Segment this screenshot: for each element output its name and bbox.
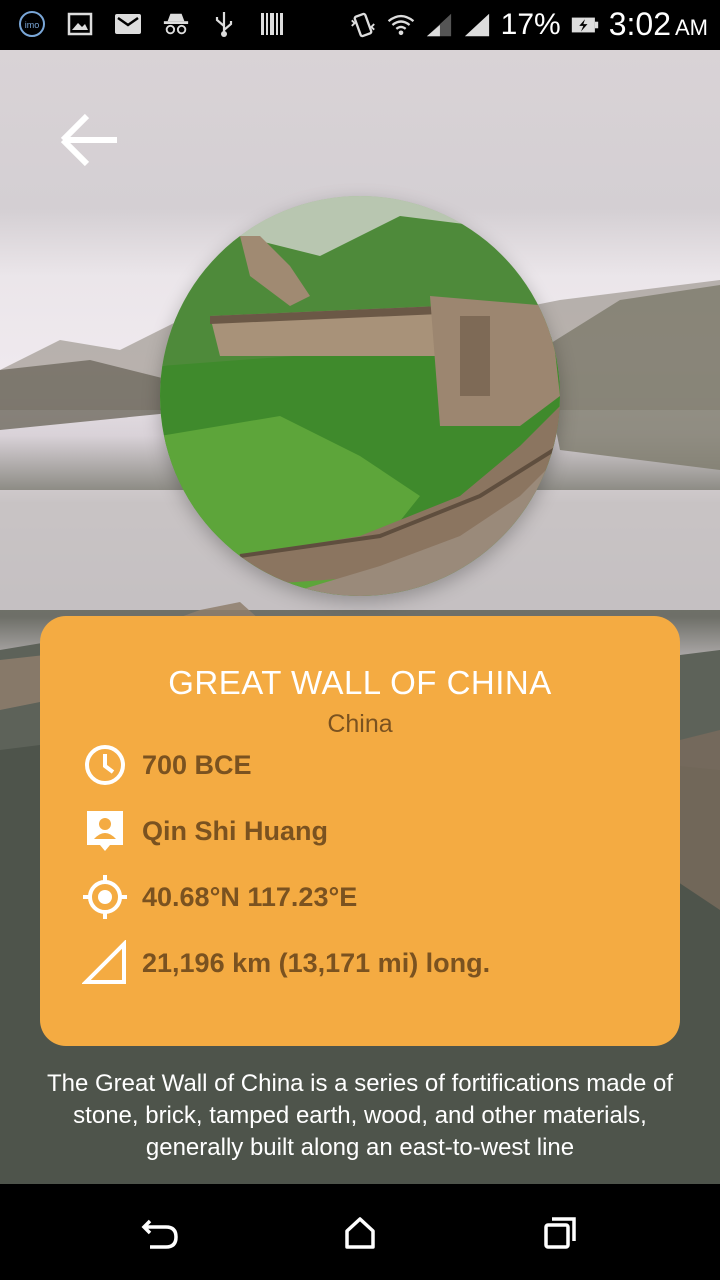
navigation-bar [0, 1184, 720, 1280]
detail-coordinates: 40.68°N 117.23°E [142, 881, 358, 912]
svg-text:imo: imo [25, 20, 40, 30]
nav-recents-icon [544, 1217, 576, 1249]
mail-icon [114, 10, 142, 38]
nav-back-button[interactable] [130, 1208, 190, 1258]
clock-icon [80, 740, 130, 790]
detail-length: 21,196 km (13,171 mi) long. [142, 947, 491, 978]
usb-icon [210, 10, 238, 38]
nav-back-icon [141, 1219, 178, 1249]
nav-home-button[interactable] [330, 1208, 390, 1258]
landmark-country: China [327, 710, 393, 738]
clock-time: 3:02 [608, 6, 671, 42]
vibrate-icon [349, 11, 377, 39]
detail-date: 700 BCE [142, 749, 252, 780]
notification-icons: imo [18, 10, 286, 38]
gallery-icon [66, 10, 94, 38]
detail-row-length: 21,196 km (13,171 mi) long. [80, 938, 490, 988]
signal-icon [463, 11, 491, 39]
status-bar: imo 17% 3:02 AM [0, 0, 720, 50]
imo-icon: imo [18, 10, 46, 38]
landmark-title: GREAT WALL OF CHINA [168, 664, 552, 701]
person-icon [80, 806, 130, 856]
length-triangle-icon [80, 938, 130, 988]
barcode-icon [258, 10, 286, 38]
battery-charging-icon [571, 11, 599, 39]
back-arrow-icon [60, 113, 117, 167]
nav-recents-button[interactable] [530, 1208, 590, 1258]
clock: 3:02 AM [609, 6, 708, 43]
clock-ampm: AM [675, 15, 708, 40]
detail-row-builder: Qin Shi Huang [80, 806, 328, 856]
battery-percent: 17% [500, 7, 561, 41]
signal-icon [425, 11, 453, 39]
wifi-icon [387, 11, 415, 39]
back-button[interactable] [50, 100, 130, 180]
system-indicators: 17% 3:02 AM [349, 6, 708, 43]
incognito-icon [162, 10, 190, 38]
detail-row-date: 700 BCE [80, 740, 252, 790]
landmark-photo [160, 196, 560, 596]
detail-row-coordinates: 40.68°N 117.23°E [80, 872, 357, 922]
nav-home-icon [345, 1217, 375, 1249]
landmark-info-card: GREAT WALL OF CHINA China 700 BCE Qin Sh… [40, 616, 680, 1046]
location-target-icon [80, 872, 130, 922]
landmark-description: The Great Wall of China is a series of f… [46, 1070, 674, 1161]
detail-builder: Qin Shi Huang [142, 815, 328, 846]
